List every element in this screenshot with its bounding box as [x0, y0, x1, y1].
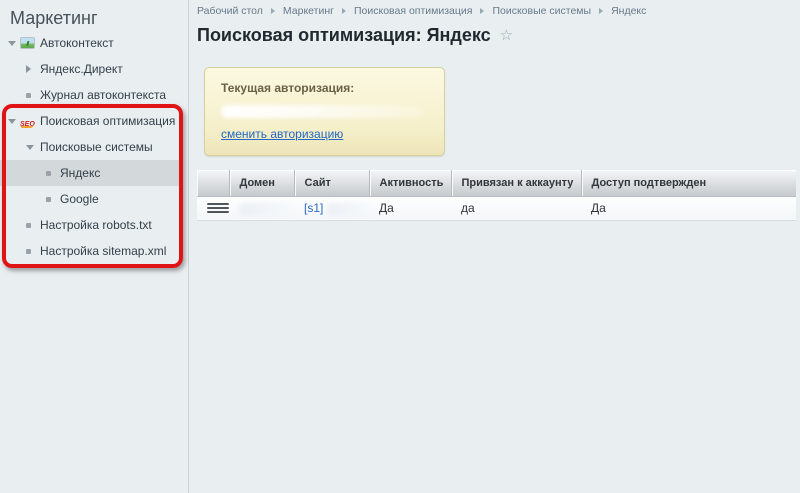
sidebar-item-autocontext-journal[interactable]: Журнал автоконтекста [0, 82, 188, 108]
sidebar-item-label: Настройка sitemap.xml [40, 244, 166, 258]
breadcrumb-item-desktop[interactable]: Рабочий стол [197, 5, 263, 17]
expand-arrow-icon[interactable] [26, 145, 38, 150]
sidebar-item-robots-txt[interactable]: Настройка robots.txt [0, 212, 188, 238]
sidebar-item-label: Google [60, 192, 99, 206]
main-content: Рабочий стол Маркетинг Поисковая оптимиз… [190, 0, 800, 493]
redacted-site-name [327, 203, 372, 215]
favorite-star-icon[interactable]: ☆ [500, 28, 513, 43]
sidebar-item-label: Яндекс.Директ [40, 62, 123, 76]
breadcrumb-separator-icon [342, 8, 346, 14]
breadcrumb-separator-icon [480, 8, 484, 14]
sidebar-item-label: Журнал автоконтекста [40, 88, 166, 102]
header-domain[interactable]: Домен [229, 170, 294, 196]
breadcrumb: Рабочий стол Маркетинг Поисковая оптимиз… [197, 4, 800, 18]
bullet-icon [46, 171, 58, 176]
row-site-cell: [s1] [294, 196, 369, 220]
row-linked-cell: да [451, 196, 581, 220]
page-title: Поисковая оптимизация: Яндекс [197, 25, 491, 46]
header-linked[interactable]: Привязан к аккаунту [451, 170, 581, 196]
sidebar-item-label: Настройка robots.txt [40, 218, 152, 232]
chart-icon [20, 37, 38, 49]
breadcrumb-item-yandex: Яндекс [611, 5, 646, 17]
expand-arrow-icon[interactable] [8, 119, 20, 124]
breadcrumb-item-marketing[interactable]: Маркетинг [283, 5, 334, 17]
change-auth-link[interactable]: сменить авторизацию [221, 127, 343, 141]
sidebar-item-seo[interactable]: SEO Поисковая оптимизация [0, 108, 188, 134]
sidebar-item-search-engines[interactable]: Поисковые системы [0, 134, 188, 160]
bullet-icon [46, 197, 58, 202]
sidebar-item-google[interactable]: Google [0, 186, 188, 212]
redacted-auth-login [221, 105, 424, 118]
row-actions-menu-icon[interactable] [207, 203, 229, 213]
header-menu-column [197, 170, 229, 196]
sidebar-item-label: Автоконтекст [40, 36, 114, 50]
breadcrumb-item-search-engines[interactable]: Поисковые системы [492, 5, 591, 17]
sidebar-item-label: Поисковые системы [40, 140, 153, 154]
sidebar-item-label: Яндекс [60, 166, 100, 180]
table-row: [s1] Да да Да [197, 196, 796, 220]
bullet-icon [26, 223, 38, 228]
sidebar-item-yandex[interactable]: Яндекс [0, 160, 182, 186]
sidebar: Маркетинг Автоконтекст Яндекс.Директ Жур… [0, 0, 189, 493]
sidebar-item-autocontext[interactable]: Автоконтекст [0, 30, 188, 56]
sidebar-item-yandex-direct[interactable]: Яндекс.Директ [0, 56, 188, 82]
header-active[interactable]: Активность [369, 170, 451, 196]
row-access-cell: Да [581, 196, 796, 220]
sidebar-item-sitemap-xml[interactable]: Настройка sitemap.xml [0, 238, 188, 264]
row-domain-cell [229, 196, 294, 220]
seo-icon: SEO [20, 115, 38, 128]
row-active-cell: Да [369, 196, 451, 220]
search-engines-table: Домен Сайт Активность Привязан к аккаунт… [197, 170, 796, 221]
bullet-icon [26, 93, 38, 98]
auth-notice-heading: Текущая авторизация: [221, 81, 428, 95]
page-title-row: Поисковая оптимизация: Яндекс ☆ [197, 25, 800, 46]
sidebar-item-label: Поисковая оптимизация [40, 114, 175, 128]
header-site[interactable]: Сайт [294, 170, 369, 196]
bullet-icon [26, 249, 38, 254]
breadcrumb-separator-icon [271, 8, 275, 14]
sidebar-title: Маркетинг [0, 6, 188, 30]
collapsed-arrow-icon[interactable] [26, 65, 38, 73]
breadcrumb-separator-icon [599, 8, 603, 14]
row-menu-cell [197, 196, 229, 220]
auth-notice: Текущая авторизация: сменить авторизацию [204, 67, 445, 156]
header-access[interactable]: Доступ подтвержден [581, 170, 796, 196]
redacted-domain [239, 203, 295, 215]
site-id-link[interactable]: [s1] [304, 201, 323, 215]
breadcrumb-item-seo[interactable]: Поисковая оптимизация [354, 5, 472, 17]
table-header-row: Домен Сайт Активность Привязан к аккаунт… [197, 170, 796, 196]
sidebar-menu: Автоконтекст Яндекс.Директ Журнал автоко… [0, 30, 188, 264]
expand-arrow-icon[interactable] [8, 41, 20, 46]
